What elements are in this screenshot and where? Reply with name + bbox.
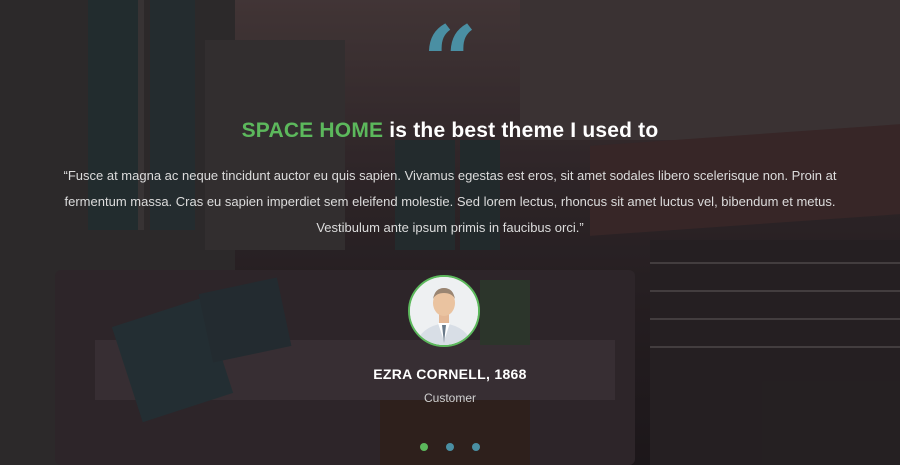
person-portrait-icon [410,277,478,345]
slider-dot-2[interactable] [446,443,454,451]
headline-rest: is the best theme I used to [383,119,659,142]
slider-dots [0,443,900,451]
quote-icon: “ [422,14,478,84]
headline-accent: SPACE HOME [241,119,384,142]
testimonial-headline: SPACE HOME is the best theme I used to [0,119,900,143]
author-role: Customer [423,391,476,405]
slider-dot-1[interactable] [420,443,428,451]
avatar [408,275,480,347]
author-name: EZRA CORNELL, 1868 [373,366,527,382]
testimonial-body: “Fusce at magna ac neque tincidunt aucto… [63,168,837,235]
slider-dot-3[interactable] [472,443,480,451]
testimonial-section: “ SPACE HOME is the best theme I used to… [0,0,900,465]
